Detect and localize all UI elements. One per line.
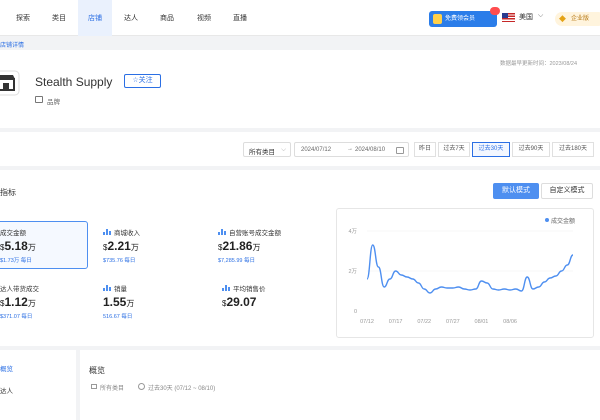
x-tick-label: 08/06 xyxy=(503,319,517,325)
date-separator: → xyxy=(347,146,353,152)
bar-chart-icon xyxy=(218,229,226,235)
x-tick-label: 07/17 xyxy=(389,319,403,325)
category-icon xyxy=(91,384,97,389)
kpi-daily: 516.67 每日 xyxy=(103,314,133,320)
y-tick-label: 2万 xyxy=(348,268,357,275)
store-header: 数据最早更新时间：2023/08/24 Stealth Supply ☆关注 品… xyxy=(0,50,600,128)
category-select-value: 所有类目 xyxy=(249,149,275,156)
chevron-down-icon[interactable]: ⌵ xyxy=(538,12,543,20)
trend-chart: 成交金额 0 2万 4万 07/12 07/17 07/22 07/27 08/01 08/06 xyxy=(336,208,594,338)
date-end: 2024/08/10 xyxy=(355,147,386,153)
overview-category: 所有类目 xyxy=(100,386,125,392)
kpi-label: 平均销售价 xyxy=(233,286,266,293)
section-nav-creator[interactable]: 达人 xyxy=(0,385,13,395)
store-logo-icon xyxy=(0,70,20,96)
kpi-label: 自营账号成交金额 xyxy=(229,230,281,237)
brand-tag-label: 品牌 xyxy=(47,99,60,106)
kpi-label: 达人带货成交 xyxy=(0,286,39,293)
kpi-self-account-gmv[interactable]: 自营账号成交金额 $21.86万 $7,285.99 每日 xyxy=(218,227,318,271)
kpi-label: 成交金额 xyxy=(0,230,26,237)
metrics-panel: 指标 默认模式 自定义模式 成交金额 $5.18万 $1.73万 每日 商城收入… xyxy=(0,170,600,346)
kpi-mall-revenue[interactable]: 商城收入 $2.21万 $735.76 每日 xyxy=(103,227,193,271)
date-range-picker[interactable]: 2024/07/12 → 2024/08/10 xyxy=(294,142,409,157)
kpi-creator-gmv[interactable]: 达人带货成交 $1.12万 $371.07 每日 xyxy=(0,283,90,327)
enterprise-button[interactable]: ◆ 企业版 xyxy=(555,12,600,26)
kpi-value: $29.07 xyxy=(222,295,257,309)
category-select[interactable]: 所有类目 ⌵ xyxy=(243,142,291,157)
trend-chart-svg: 0 2万 4万 07/12 07/17 07/22 07/27 08/01 08/06 xyxy=(348,228,574,325)
overview-panel: 概览 所有类目 过去30天 (07/12 ~ 08/10) xyxy=(80,350,600,420)
notification-badge-icon xyxy=(490,7,500,15)
kpi-daily: $7,285.99 每日 xyxy=(218,258,255,264)
range-180d-button[interactable]: 过去180天 xyxy=(552,142,594,157)
kpi-value: $2.21万 xyxy=(103,239,139,253)
overview-title: 概览 xyxy=(89,366,105,375)
top-nav: 探索 类目 店铺 达人 商品 视频 直播 免费领会员 美国 ⌵ ◆ 企业版 xyxy=(0,0,600,36)
kpi-label: 销量 xyxy=(114,286,127,293)
metrics-title: 指标 xyxy=(0,188,16,197)
gift-icon xyxy=(433,14,442,24)
diamond-icon: ◆ xyxy=(559,13,566,23)
breadcrumb[interactable]: 店铺详情 xyxy=(0,40,24,49)
range-yesterday-button[interactable]: 昨日 xyxy=(414,142,436,157)
us-flag-icon xyxy=(502,13,515,22)
clock-icon xyxy=(138,383,145,390)
nav-tab-store[interactable]: 店铺 xyxy=(78,0,112,36)
calendar-icon xyxy=(396,147,404,154)
y-tick-label: 0 xyxy=(354,309,357,315)
y-tick-label: 4万 xyxy=(348,228,357,235)
x-tick-label: 08/01 xyxy=(475,319,489,325)
filter-bar: 所有类目 ⌵ 2024/07/12 → 2024/08/10 昨日 过去7天 过… xyxy=(0,132,600,166)
bar-chart-icon xyxy=(103,285,111,291)
nav-tab-video[interactable]: 视频 xyxy=(189,0,219,36)
x-tick-label: 07/27 xyxy=(446,319,460,325)
kpi-value: $5.18万 xyxy=(0,239,36,253)
store-name: Stealth Supply xyxy=(35,75,113,89)
default-mode-button[interactable]: 默认模式 xyxy=(493,183,539,199)
kpi-sales[interactable]: 销量 1.55万 516.67 每日 xyxy=(103,283,193,327)
follow-button[interactable]: ☆关注 xyxy=(124,74,161,88)
nav-tab-explore[interactable]: 探索 xyxy=(8,0,38,36)
range-90d-button[interactable]: 过去90天 xyxy=(512,142,550,157)
chevron-down-icon: ⌵ xyxy=(281,146,286,153)
date-start: 2024/07/12 xyxy=(301,147,332,153)
overview-range: 过去30天 (07/12 ~ 08/10) xyxy=(148,386,216,392)
kpi-gmv[interactable]: 成交金额 $5.18万 $1.73万 每日 xyxy=(0,221,90,271)
nav-tab-creator[interactable]: 达人 xyxy=(116,0,146,36)
nav-tab-live[interactable]: 直播 xyxy=(225,0,255,36)
free-membership-button[interactable]: 免费领会员 xyxy=(429,7,500,27)
nav-tab-product[interactable]: 商品 xyxy=(152,0,182,36)
custom-mode-button[interactable]: 自定义模式 xyxy=(541,183,593,199)
series-line-gmv xyxy=(366,244,574,294)
free-membership-label: 免费领会员 xyxy=(445,16,476,22)
kpi-label: 商城收入 xyxy=(114,230,140,237)
section-nav-overview[interactable]: 概览 xyxy=(0,363,13,373)
range-7d-button[interactable]: 过去7天 xyxy=(438,142,470,157)
bar-chart-icon xyxy=(222,285,230,291)
kpi-value: $21.86万 xyxy=(218,239,261,253)
kpi-value: $1.12万 xyxy=(0,295,36,309)
data-update-info: 数据最早更新时间：2023/08/24 xyxy=(500,61,578,67)
range-30d-button[interactable]: 过去30天 xyxy=(472,142,510,157)
nav-tab-category[interactable]: 类目 xyxy=(44,0,74,36)
section-nav: 概览 达人 xyxy=(0,350,76,420)
enterprise-label: 企业版 xyxy=(571,16,590,22)
country-selector[interactable]: 美国 xyxy=(519,12,533,22)
kpi-daily: $1.73万 每日 xyxy=(0,258,32,264)
kpi-value: 1.55万 xyxy=(103,295,135,309)
kpi-daily: $735.76 每日 xyxy=(103,258,136,264)
brand-tag-icon xyxy=(35,96,43,103)
bar-chart-icon xyxy=(103,229,111,235)
kpi-daily: $371.07 每日 xyxy=(0,314,33,320)
kpi-avg-price[interactable]: 平均销售价 $29.07 xyxy=(222,283,312,327)
x-tick-label: 07/22 xyxy=(417,319,431,325)
x-tick-label: 07/12 xyxy=(360,319,374,325)
